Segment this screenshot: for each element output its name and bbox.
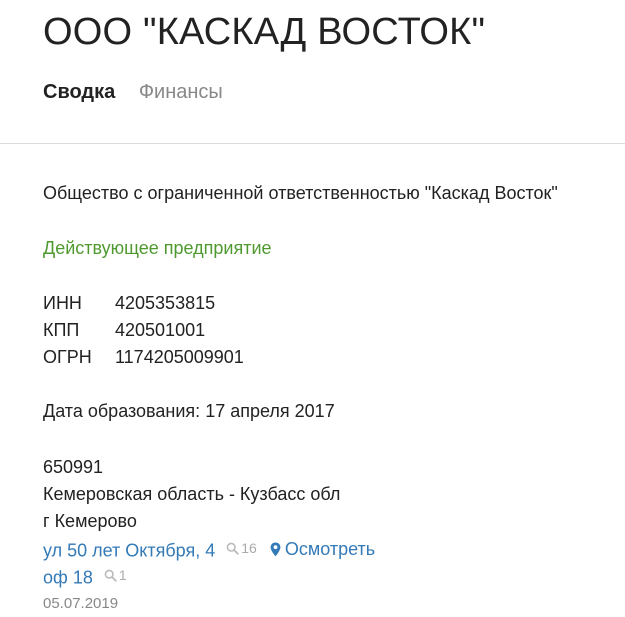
ogrn-row: ОГРН 1174205009901 [43,344,244,371]
postcode: 650991 [43,457,104,477]
founded-date: Дата образования: 17 апреля 2017 [43,399,335,423]
tab-summary[interactable]: Сводка [43,79,115,105]
address-street-line: ул 50 лет Октября, 4 16 Осмотреть [43,536,375,563]
office-search-count-value: 1 [118,567,127,583]
ogrn-value: 1174205009901 [115,347,244,367]
map-link[interactable]: Осмотреть [270,537,375,561]
inn-label: ИНН [43,293,82,313]
kpp-row: КПП 420501001 [43,317,244,344]
search-icon [226,542,239,555]
page-title: ООО "КАСКАД ВОСТОК" [43,11,486,53]
address-region: Кемеровская область - Кузбасс обл [43,484,341,504]
tab-finance[interactable]: Финансы [139,79,223,105]
company-full-name: Общество с ограниченной ответственностью… [43,183,558,203]
street-link[interactable]: ул 50 лет Октября, 4 [43,541,215,561]
search-icon [104,569,117,582]
inn-value: 4205353815 [115,293,216,313]
address-office-line: оф 18 1 [43,563,127,590]
status-badge: Действующее предприятие [43,238,272,258]
inn-row: ИНН 4205353815 [43,290,244,317]
street-search-count[interactable]: 16 [226,536,257,560]
street-search-count-value: 16 [241,540,257,556]
kpp-label: КПП [43,320,80,340]
updated-date: 05.07.2019 [43,595,119,612]
address-city: г Кемерово [43,511,137,531]
founded-value: 17 апреля 2017 [205,401,335,421]
ogrn-label: ОГРН [43,347,92,367]
map-link-label: Осмотреть [284,539,376,559]
kpp-value: 420501001 [115,320,206,340]
header-divider [0,143,625,144]
map-marker-icon [270,542,281,556]
office-link[interactable]: оф 18 [43,568,93,588]
tab-bar: Сводка Финансы [43,79,241,105]
founded-label: Дата образования: [43,401,201,421]
office-search-count[interactable]: 1 [104,563,127,587]
company-ids: ИНН 4205353815 КПП 420501001 ОГРН 117420… [43,290,244,371]
